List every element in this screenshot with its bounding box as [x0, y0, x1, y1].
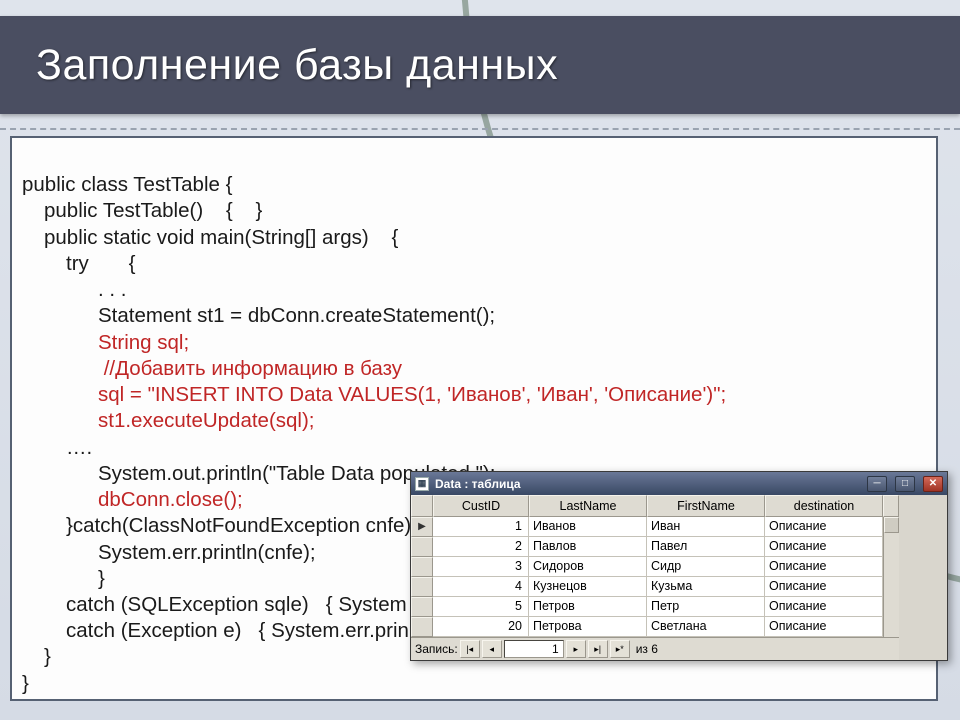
cell-custid[interactable]: 4 — [433, 577, 529, 597]
nav-total: из 6 — [636, 642, 658, 656]
code-line: try { — [22, 251, 136, 277]
cell-lastname[interactable]: Сидоров — [529, 557, 647, 577]
code-line: st1.executeUpdate(sql); — [22, 408, 315, 434]
row-selector[interactable] — [411, 617, 433, 637]
code-line: public class TestTable { — [22, 173, 232, 196]
close-button[interactable]: ✕ — [923, 476, 943, 492]
code-line: Statement st1 = dbConn.createStatement()… — [22, 303, 495, 329]
vertical-scrollbar[interactable] — [883, 517, 899, 637]
code-line: public static void main(String[] args) { — [22, 225, 398, 251]
column-header-custid[interactable]: CustID — [433, 495, 529, 517]
cell-custid[interactable]: 2 — [433, 537, 529, 557]
row-selector[interactable] — [411, 537, 433, 557]
nav-prev-button[interactable]: ◂ — [482, 640, 502, 658]
nav-label: Запись: — [415, 642, 458, 656]
nav-first-button[interactable]: |◂ — [460, 640, 480, 658]
column-header-destination[interactable]: destination — [765, 495, 883, 517]
code-line: public TestTable() { } — [22, 198, 262, 224]
code-line: …. — [22, 435, 92, 461]
cell-destination[interactable]: Описание — [765, 617, 883, 637]
cell-lastname[interactable]: Кузнецов — [529, 577, 647, 597]
slide-title-bar: Заполнение базы данных — [0, 16, 960, 114]
cell-destination[interactable]: Описание — [765, 597, 883, 617]
code-line: } — [22, 566, 105, 592]
cell-lastname[interactable]: Петров — [529, 597, 647, 617]
cell-destination[interactable]: Описание — [765, 557, 883, 577]
maximize-button[interactable]: □ — [895, 476, 915, 492]
code-line: catch (SQLException sqle) { System — [22, 592, 407, 618]
cell-firstname[interactable]: Петр — [647, 597, 765, 617]
row-selector[interactable]: ▶ — [411, 517, 433, 537]
record-navigator: Запись: |◂ ◂ ▸ ▸| ▸* из 6 — [411, 637, 899, 660]
column-header-lastname[interactable]: LastName — [529, 495, 647, 517]
decorative-dashed-line — [0, 128, 960, 130]
code-line: dbConn.close(); — [22, 487, 243, 513]
cell-firstname[interactable]: Светлана — [647, 617, 765, 637]
cell-firstname[interactable]: Павел — [647, 537, 765, 557]
db-grid: CustID LastName FirstName destination ▶ … — [411, 495, 947, 660]
cell-custid[interactable]: 3 — [433, 557, 529, 577]
datasheet-icon: ▦ — [415, 477, 429, 491]
code-line: catch (Exception e) { System.err.prin — [22, 618, 409, 644]
db-window-title: Data : таблица — [435, 477, 521, 491]
code-line: sql = "INSERT INTO Data VALUES(1, 'Ивано… — [22, 382, 726, 408]
cell-destination[interactable]: Описание — [765, 537, 883, 557]
column-header-firstname[interactable]: FirstName — [647, 495, 765, 517]
cell-lastname[interactable]: Иванов — [529, 517, 647, 537]
code-line: //Добавить информацию в базу — [22, 356, 402, 382]
nav-new-button[interactable]: ▸* — [610, 640, 630, 658]
database-table-window: ▦ Data : таблица ─ □ ✕ CustID LastName F… — [410, 471, 948, 661]
cell-lastname[interactable]: Петрова — [529, 617, 647, 637]
cell-custid[interactable]: 20 — [433, 617, 529, 637]
cell-destination[interactable]: Описание — [765, 517, 883, 537]
code-line: } — [22, 644, 51, 670]
code-line: . . . — [22, 277, 126, 303]
cell-firstname[interactable]: Иван — [647, 517, 765, 537]
scrollbar-header — [883, 495, 899, 517]
cell-custid[interactable]: 5 — [433, 597, 529, 617]
row-selector[interactable] — [411, 557, 433, 577]
row-selector-header — [411, 495, 433, 517]
row-selector[interactable] — [411, 597, 433, 617]
nav-last-button[interactable]: ▸| — [588, 640, 608, 658]
cell-firstname[interactable]: Сидр — [647, 557, 765, 577]
slide-title: Заполнение базы данных — [36, 41, 558, 90]
code-line: }catch(ClassNotFoundException cnfe) { — [22, 513, 469, 539]
db-titlebar: ▦ Data : таблица ─ □ ✕ — [411, 472, 947, 495]
code-line: System.err.println(cnfe); — [22, 540, 316, 566]
row-selector[interactable] — [411, 577, 433, 597]
nav-next-button[interactable]: ▸ — [566, 640, 586, 658]
minimize-button[interactable]: ─ — [867, 476, 887, 492]
code-line: String sql; — [22, 330, 189, 356]
cell-destination[interactable]: Описание — [765, 577, 883, 597]
cell-lastname[interactable]: Павлов — [529, 537, 647, 557]
code-line: } — [22, 672, 29, 695]
nav-record-input[interactable] — [504, 640, 564, 658]
cell-firstname[interactable]: Кузьма — [647, 577, 765, 597]
cell-custid[interactable]: 1 — [433, 517, 529, 537]
